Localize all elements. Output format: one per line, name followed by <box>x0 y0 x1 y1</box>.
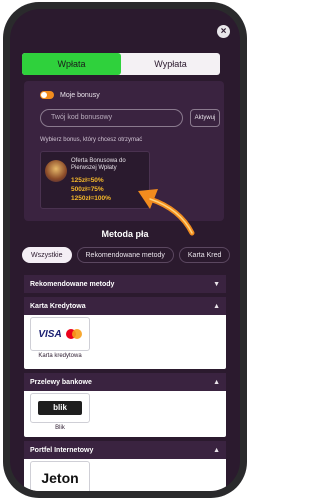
jeton-logo: Jeton <box>41 470 79 486</box>
bonus-line-2: 500zł=75% <box>71 186 104 193</box>
filter-recommended[interactable]: Rekomendowane metody <box>76 247 174 263</box>
bonus-toggle-row: Moje bonusy <box>40 91 100 99</box>
category-header[interactable]: Przelewy bankowe ▲ <box>24 373 226 391</box>
bonus-code-input[interactable]: Twój kod bonusowy <box>40 109 183 127</box>
screen: × Wpłata Wypłata Moje bonusy Twój kod bo… <box>10 9 240 491</box>
bonus-toggle-label: Moje bonusy <box>60 91 100 99</box>
jeton-logo-box: Jeton <box>30 461 90 491</box>
method-filters: Wszystkie Rekomendowane metody Karta Kre… <box>22 247 231 263</box>
phone-frame: × Wpłata Wypłata Moje bonusy Twój kod bo… <box>3 2 247 498</box>
bonus-badge-icon <box>45 160 67 182</box>
category-title: Portfel Internetowy <box>30 446 94 454</box>
blik-logo-box: blik <box>30 393 90 423</box>
category-title: Karta Kredytowa <box>30 302 86 310</box>
method-label: Karta kredytowa <box>38 353 82 359</box>
category-header[interactable]: Portfel Internetowy ▲ <box>24 441 226 459</box>
close-icon[interactable]: × <box>217 25 230 38</box>
tab-deposit[interactable]: Wpłata <box>22 53 121 75</box>
bonus-line-1: 125zł=50% <box>71 177 104 184</box>
chevron-up-icon: ▲ <box>213 302 220 310</box>
category-credit-card: Karta Kredytowa ▲ VISA Karta kredytowa <box>24 297 226 369</box>
bonus-hint: Wybierz bonus, który chcesz otrzymać <box>40 137 143 143</box>
category-header: Rekomendowane metody ▼ <box>24 275 226 293</box>
filter-all[interactable]: Wszystkie <box>22 247 72 263</box>
visa-logo: VISA <box>38 328 62 340</box>
mastercard-logo <box>65 329 82 339</box>
category-e-wallet: Portfel Internetowy ▲ Jeton <box>24 441 226 491</box>
category-header[interactable]: Karta Kredytowa ▲ <box>24 297 226 315</box>
bonus-line-3: 1250zł=100% <box>71 195 111 202</box>
payment-methods-title: Metoda pła <box>101 229 149 239</box>
activate-button[interactable]: Aktywuj <box>190 109 220 127</box>
method-jeton[interactable]: Jeton <box>30 461 90 491</box>
category-title: Rekomendowane metody <box>30 280 115 288</box>
blik-logo: blik <box>38 401 82 415</box>
bonus-toggle[interactable] <box>40 91 54 99</box>
method-credit-card[interactable]: VISA Karta kredytowa <box>30 317 90 359</box>
chevron-up-icon: ▲ <box>213 446 220 454</box>
filter-credit-card[interactable]: Karta Kred <box>178 247 231 263</box>
category-title: Przelewy bankowe <box>30 378 92 386</box>
chevron-up-icon: ▲ <box>213 378 220 386</box>
method-label: Blik <box>55 425 65 431</box>
chevron-down-icon: ▼ <box>213 280 220 288</box>
bonus-offer-title: Oferta Bonusowa do Pierwszej Wpłaty <box>71 158 126 171</box>
category-bank-transfer: Przelewy bankowe ▲ blik Blik <box>24 373 226 437</box>
payment-tabs: Wpłata Wypłata <box>22 53 220 75</box>
method-blik[interactable]: blik Blik <box>30 393 90 431</box>
category-recommended[interactable]: Rekomendowane metody ▼ <box>24 275 226 293</box>
visa-mastercard-logo: VISA <box>30 317 90 351</box>
tab-withdraw[interactable]: Wypłata <box>121 53 220 75</box>
